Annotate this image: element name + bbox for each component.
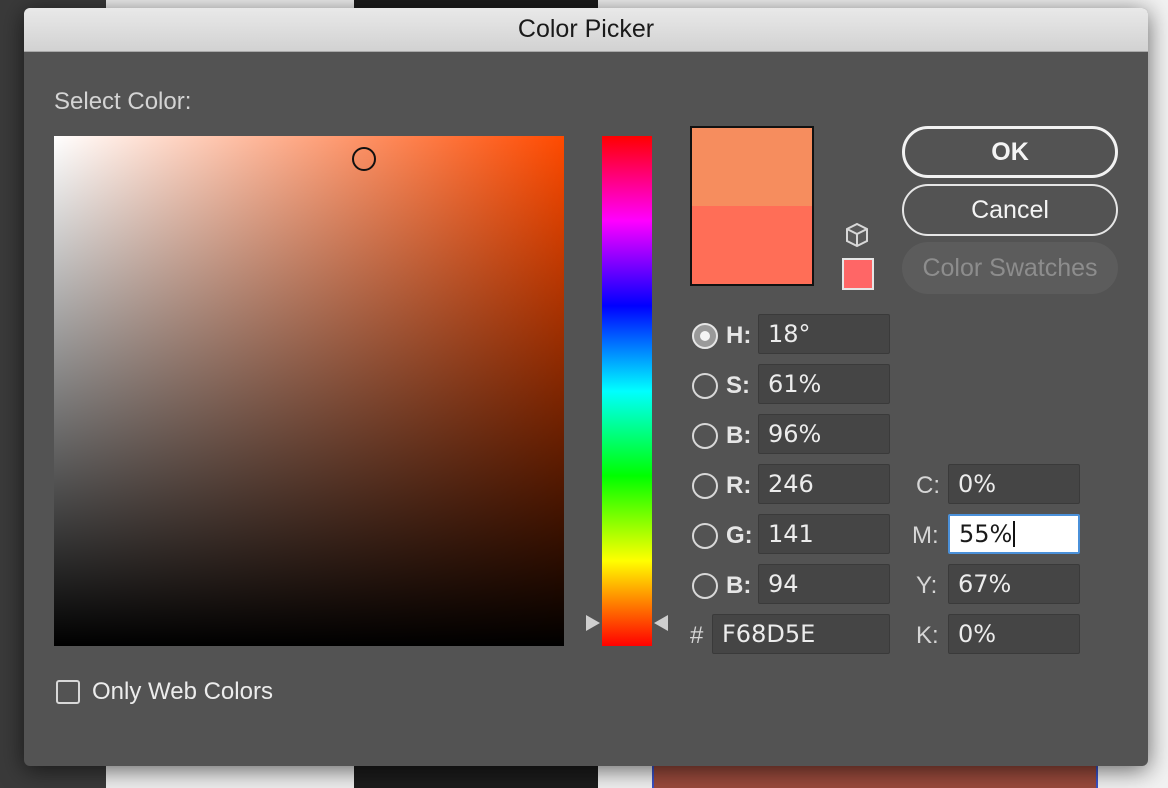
cyan-row: C: [916, 472, 940, 500]
hue-label: H: [726, 322, 752, 349]
ok-button[interactable]: OK [902, 126, 1118, 178]
saturation-label: S: [726, 372, 750, 399]
brightness-input[interactable]: 96% [758, 414, 890, 454]
green-input[interactable]: 141 [758, 514, 890, 554]
red-input[interactable]: 246 [758, 464, 890, 504]
red-label: R: [726, 472, 752, 499]
brightness-radio[interactable] [692, 423, 718, 449]
yellow-row: Y: [916, 572, 937, 600]
field-marker-icon[interactable] [352, 147, 376, 171]
only-web-colors-checkbox[interactable] [56, 680, 80, 704]
hex-row: # [690, 622, 703, 650]
hue-slider[interactable] [602, 136, 652, 646]
cube-icon[interactable] [844, 222, 870, 248]
hue-slider-left-arrow-icon[interactable] [586, 615, 600, 631]
only-web-colors-row[interactable]: Only Web Colors [56, 678, 273, 706]
hex-input[interactable]: F68D5E [712, 614, 890, 654]
green-label: G: [726, 522, 753, 549]
blue-input[interactable]: 94 [758, 564, 890, 604]
hue-radio[interactable] [692, 323, 718, 349]
blue-radio[interactable] [692, 573, 718, 599]
blue-row: B: [692, 572, 751, 600]
saturation-input[interactable]: 61% [758, 364, 890, 404]
cyan-label: C: [916, 472, 940, 499]
dialog-title: Color Picker [517, 15, 655, 43]
black-label: K: [916, 622, 939, 649]
title-bar[interactable]: Color Picker [24, 8, 1148, 52]
new-color-swatch [692, 128, 812, 206]
color-swatches-button[interactable]: Color Swatches [902, 242, 1118, 294]
hex-label: # [690, 622, 704, 649]
black-row: K: [916, 622, 939, 650]
color-picker-dialog: Color Picker Select Color: OK Cancel Col… [24, 8, 1148, 766]
yellow-label: Y: [916, 572, 938, 599]
saturation-row: S: [692, 372, 750, 400]
only-web-colors-label: Only Web Colors [92, 678, 273, 705]
red-radio[interactable] [692, 473, 718, 499]
color-preview [690, 126, 814, 286]
magenta-label: M: [912, 522, 939, 549]
hue-input[interactable]: 18° [758, 314, 890, 354]
web-safe-color-swatch[interactable] [842, 258, 874, 290]
cancel-button[interactable]: Cancel [902, 184, 1118, 236]
original-color-swatch[interactable] [692, 206, 812, 284]
green-row: G: [692, 522, 753, 550]
brightness-label: B: [726, 422, 752, 449]
yellow-input[interactable]: 67% [948, 564, 1080, 604]
blue-label: B: [726, 572, 752, 599]
magenta-row: M: [912, 522, 939, 550]
magenta-input[interactable]: 55% [948, 514, 1080, 554]
select-color-label: Select Color: [54, 88, 192, 115]
red-row: R: [692, 472, 751, 500]
cyan-input[interactable]: 0% [948, 464, 1080, 504]
brightness-row: B: [692, 422, 751, 450]
black-input[interactable]: 0% [948, 614, 1080, 654]
hue-row: H: [692, 322, 751, 350]
saturation-radio[interactable] [692, 373, 718, 399]
hue-slider-right-arrow-icon[interactable] [654, 615, 668, 631]
green-radio[interactable] [692, 523, 718, 549]
saturation-brightness-field[interactable] [54, 136, 564, 646]
